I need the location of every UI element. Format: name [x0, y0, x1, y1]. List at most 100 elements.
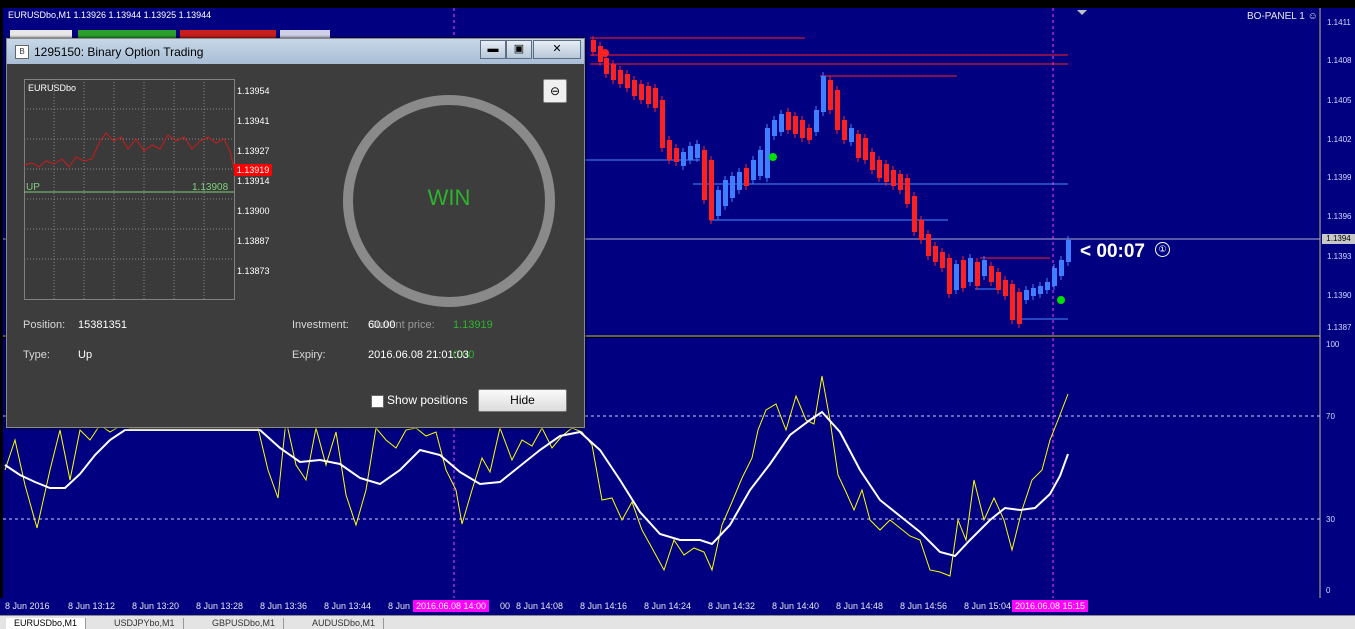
candle-body: [751, 160, 756, 180]
time-axis-label: 8 Jun 14:16: [580, 601, 628, 611]
mini-price-label: 1.13887: [237, 236, 270, 246]
candle-body: [870, 152, 875, 170]
close-button[interactable]: ✕: [533, 40, 581, 59]
maximize-icon: ▣: [513, 43, 525, 55]
candle-body: [884, 164, 889, 182]
candle-body: [1052, 268, 1057, 286]
price-axis-label: 1.1396: [1327, 212, 1352, 221]
candle-body: [912, 196, 917, 232]
hide-button[interactable]: Hide: [478, 389, 567, 412]
mini-current-price: 1.13919: [234, 164, 272, 176]
show-positions-label[interactable]: Show positions: [387, 393, 468, 407]
type-label: Type:: [23, 349, 50, 361]
position-value: 15381351: [78, 319, 127, 331]
back-button[interactable]: ⊖: [543, 79, 567, 103]
chart-title: EURUSDbo,M1 1.13926 1.13944 1.13925 1.13…: [8, 10, 212, 20]
tab-eurusd[interactable]: EURUSDbo,M1: [6, 618, 87, 629]
candle-body: [968, 258, 973, 282]
candle-body: [842, 120, 847, 140]
candle-body: [667, 140, 672, 160]
time-axis-label: 8 Jun 13:20: [132, 601, 180, 611]
expiry-label: Expiry:: [292, 349, 326, 361]
candle-body: [737, 172, 742, 190]
time-axis-label: 8 Jun 14:48: [836, 601, 884, 611]
maximize-button[interactable]: ▣: [506, 40, 532, 59]
candle-body: [954, 264, 959, 290]
candle-body: [947, 258, 952, 294]
price-axis-label: 1.1390: [1327, 291, 1352, 300]
time-axis-label: 8 Jun 14:56: [900, 601, 948, 611]
close-icon: ✕: [552, 43, 562, 55]
candle-body: [772, 120, 777, 136]
time-axis-label: 8 Jun 14:24: [644, 601, 692, 611]
terminal-window: EURUSDbo,M1 1.13926 1.13944 1.13925 1.13…: [0, 0, 1355, 629]
dialog-title: 1295150: Binary Option Trading: [34, 45, 204, 59]
candle-body: [611, 64, 616, 80]
candle-body: [618, 70, 623, 84]
time-axis-label: 8 Jun 2016: [5, 601, 50, 611]
candle-body: [1003, 280, 1008, 296]
price-axis-label: 1.1402: [1327, 135, 1352, 144]
time-axis-label: 8 Jun 13:28: [196, 601, 244, 611]
smiley-icon: ☺: [1307, 11, 1318, 22]
minimize-icon: ▬: [487, 43, 499, 55]
candle-body: [646, 86, 651, 104]
mini-price-label: 1.13941: [237, 116, 270, 126]
tab-usdjpy[interactable]: USDJPYbo,M1: [106, 618, 184, 629]
current-price-value: 1.13919: [453, 319, 493, 331]
show-positions-checkbox[interactable]: [371, 395, 384, 408]
info-icon[interactable]: ①: [1155, 242, 1170, 257]
candle-body: [758, 150, 763, 176]
candle-body: [1010, 284, 1015, 320]
candle-body: [660, 100, 665, 148]
candle-body: [591, 40, 596, 52]
dialog-titlebar[interactable]: B 1295150: Binary Option Trading ▬ ▣ ✕: [7, 39, 584, 64]
candle-body: [1017, 292, 1022, 324]
time-axis-label: 8 Jun 14:32: [708, 601, 756, 611]
candle-body: [856, 134, 861, 158]
tab-audusd[interactable]: AUDUSDbo,M1: [304, 618, 385, 629]
candle-body: [674, 148, 679, 162]
oscillator-axis-label: 100: [1326, 340, 1340, 349]
oscillator-axis-label: 30: [1326, 515, 1335, 524]
time-axis-label: 8 Jun 13:12: [68, 601, 116, 611]
signal-dot-green: [769, 153, 777, 161]
candle-body: [961, 260, 966, 288]
type-value: Up: [78, 349, 93, 361]
candle-body: [919, 220, 924, 240]
candle-body: [1031, 288, 1036, 296]
minimize-button[interactable]: ▬: [480, 40, 506, 59]
candle-body: [989, 266, 994, 282]
candle-body: [828, 80, 833, 110]
up-level-value: 1.13908: [192, 182, 229, 193]
time-axis-label: 00: [500, 601, 511, 611]
binary-option-dialog: B 1295150: Binary Option Trading ▬ ▣ ✕ E…: [6, 38, 585, 428]
signal-dot-red: [601, 49, 609, 57]
candle-body: [730, 176, 735, 198]
candle-body: [891, 170, 896, 186]
price-axis-label: 1.1411: [1327, 18, 1351, 27]
price-axis-label: 1.1405: [1327, 96, 1352, 105]
candle-body: [1066, 240, 1071, 262]
candle-body: [1045, 282, 1050, 290]
candle-body: [877, 160, 882, 178]
candle-body: [1038, 286, 1043, 294]
mini-price-label: 1.13900: [237, 206, 270, 216]
up-level-label: UP: [26, 182, 40, 193]
time-axis-label: 8 Jun 15:04: [964, 601, 1012, 611]
time-axis-label: 8 Jun 14:40: [772, 601, 820, 611]
candle-body: [702, 150, 707, 200]
candle-body: [835, 90, 840, 130]
oscillator-axis-label: 70: [1326, 412, 1335, 421]
price-axis-label: 1.1399: [1327, 173, 1352, 182]
mini-price-label: 1.13914: [237, 176, 270, 186]
candle-body: [695, 144, 700, 158]
tab-gbpusd[interactable]: GBPUSDbo,M1: [204, 618, 285, 629]
candle-body: [681, 152, 686, 166]
crosshair-time-label: 2016.06.08 14:00: [413, 600, 490, 612]
oscillator-axis-label: 0: [1326, 586, 1331, 595]
time-axis-label: 8 Jun 14:08: [516, 601, 564, 611]
candle-body: [639, 84, 644, 100]
candle-body: [821, 76, 826, 112]
bo-panel-label: BO-PANEL 1 ☺: [1247, 11, 1318, 22]
